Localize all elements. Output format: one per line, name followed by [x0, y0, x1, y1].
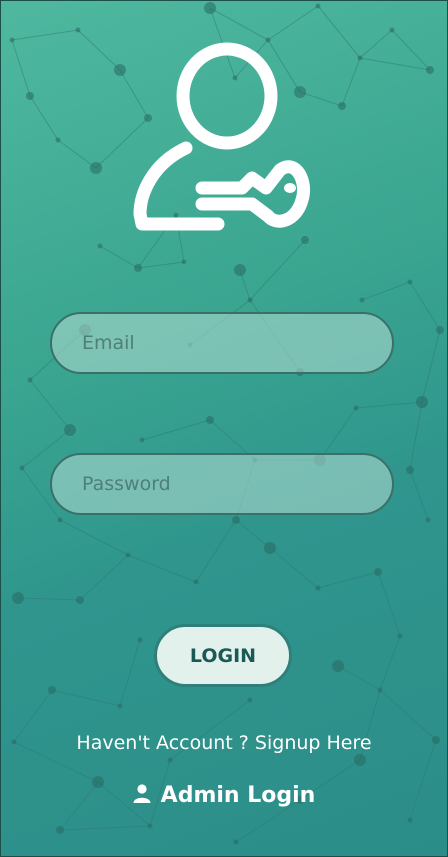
network-node [48, 686, 56, 694]
network-node [193, 579, 199, 585]
network-node [357, 55, 363, 61]
network-node [359, 297, 365, 303]
network-node [55, 137, 61, 143]
network-node [167, 757, 173, 763]
admin-login-link[interactable]: Admin Login [0, 783, 448, 808]
network-line [51, 689, 121, 707]
network-line [99, 245, 139, 269]
network-node [264, 542, 276, 554]
network-line [209, 7, 269, 41]
network-line [235, 519, 271, 549]
network-node [90, 162, 102, 174]
network-line [409, 281, 441, 331]
email-field[interactable] [50, 312, 394, 374]
network-node [232, 516, 240, 524]
network-line [119, 639, 141, 707]
network-node [377, 687, 383, 693]
network-node [374, 568, 382, 576]
network-node [27, 377, 33, 383]
network-node [9, 37, 15, 43]
network-line [377, 571, 401, 637]
network-line [379, 635, 401, 691]
network-node [425, 517, 431, 523]
network-node [397, 633, 403, 639]
network-line [195, 519, 237, 583]
network-line [317, 571, 379, 589]
network-node [125, 552, 131, 558]
network-node [389, 27, 395, 33]
network-line [361, 281, 411, 301]
network-node [117, 703, 123, 709]
network-node [315, 585, 321, 591]
network-node [26, 92, 34, 100]
network-node [97, 243, 103, 249]
login-button[interactable]: LOGIN [154, 624, 292, 687]
network-node [204, 2, 216, 14]
network-node [64, 424, 76, 436]
network-line [59, 825, 151, 831]
network-line [267, 5, 319, 41]
network-node [181, 259, 187, 265]
network-line [409, 469, 429, 521]
network-node [436, 326, 444, 334]
network-node [426, 66, 434, 74]
network-node [75, 27, 81, 33]
network-node [137, 637, 143, 643]
network-line [359, 29, 393, 59]
network-line [11, 29, 79, 41]
network-line [11, 39, 31, 97]
network-line [249, 239, 306, 301]
network-node [353, 405, 359, 411]
email-input[interactable] [52, 314, 392, 372]
network-line [355, 401, 423, 409]
network-node [247, 697, 253, 703]
network-line [59, 519, 129, 556]
person-icon [133, 784, 151, 803]
network-node [19, 465, 25, 471]
network-node [407, 817, 413, 823]
network-line [17, 597, 81, 601]
admin-login-label: Admin Login [160, 783, 316, 808]
signup-link[interactable]: Haven't Account ? Signup Here [0, 732, 448, 754]
network-node [354, 754, 366, 766]
network-line [57, 139, 97, 169]
password-input[interactable] [52, 455, 392, 513]
network-node [114, 64, 126, 76]
network-node [233, 839, 239, 845]
network-line [317, 5, 361, 59]
network-node [12, 592, 24, 604]
network-line [29, 379, 71, 431]
network-line [359, 57, 431, 71]
network-node [407, 279, 413, 285]
network-line [77, 29, 121, 71]
network-line [421, 329, 441, 403]
network-line [29, 95, 59, 141]
network-node [416, 396, 428, 408]
network-line [337, 665, 381, 691]
network-line [269, 547, 319, 589]
network-node [332, 660, 344, 672]
network-node [234, 264, 246, 276]
network-line [409, 401, 423, 471]
network-node [338, 102, 346, 110]
network-node [76, 596, 84, 604]
network-node [134, 264, 142, 272]
network-node [147, 823, 153, 829]
network-node [56, 826, 64, 834]
network-node [139, 437, 145, 443]
password-field[interactable] [50, 453, 394, 515]
network-node [247, 297, 253, 303]
network-node [406, 466, 414, 474]
network-node [315, 3, 321, 9]
network-line [141, 419, 211, 441]
network-line [127, 554, 197, 583]
network-line [79, 554, 129, 601]
network-line [137, 261, 185, 269]
user-key-icon [133, 42, 310, 231]
network-line [341, 57, 361, 107]
network-node [206, 416, 214, 424]
network-node [57, 517, 63, 523]
